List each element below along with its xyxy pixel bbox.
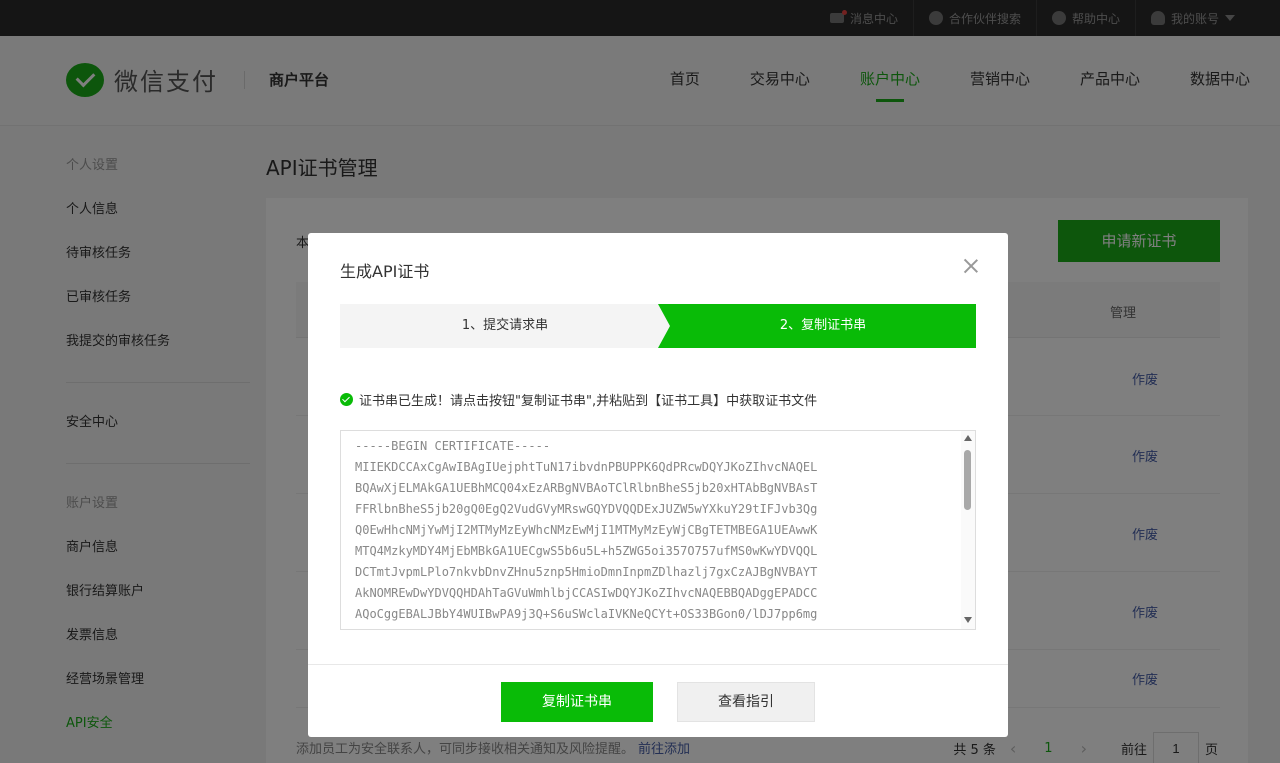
copy-certificate-button[interactable]: 复制证书串 [501,682,653,722]
step-copy-certificate: 2、复制证书串 [658,304,976,348]
certificate-line: FFRlbnBheS5jb20gQ0EgQ2VudGVyMRswGQYDVQQD… [355,502,818,516]
step-indicator: 1、提交请求串 2、复制证书串 [340,304,976,348]
dialog-footer: 复制证书串 查看指引 [308,664,1008,737]
certificate-line: MIIEKDCCAxCgAwIBAgIUejphtTuN17ibvdnPBUPP… [355,460,818,474]
certificate-line: BQAwXjELMAkGA1UEBhMCQ04xEzARBgNVBAoTClRl… [355,481,818,495]
certificate-line: AQoCggEBALJBbY4WUIBwPA9j3Q+S6uSWclaIVKNe… [355,607,818,621]
success-notice-text: 证书串已生成！请点击按钮"复制证书串",并粘贴到【证书工具】中获取证书文件 [359,394,818,409]
success-notice: 证书串已生成！请点击按钮"复制证书串",并粘贴到【证书工具】中获取证书文件 [340,390,817,409]
dialog-title: 生成API证书 [340,262,430,281]
certificate-line: MTQ4MzkyMDY4MjEbMBkGA1UECgwS5b6u5L+h5ZWG… [355,544,818,558]
step-submit-request: 1、提交请求串 [340,304,670,348]
certificate-line: Q0EwHhcNMjYwMjI2MTMyMzEyWhcNMzEwMjI1MTMy… [355,523,818,537]
certificate-textarea[interactable]: -----BEGIN CERTIFICATE----- MIIEKDCCAxCg… [340,430,976,630]
close-icon[interactable] [962,257,980,275]
scrollbar-thumb[interactable] [964,450,971,510]
certificate-line: -----BEGIN CERTIFICATE----- [355,439,551,453]
scrollbar[interactable] [961,431,975,629]
certificate-line: DCTmtJvpmLPlo7nkvbDnvZHnu5znp5HmioDmnInp… [355,565,818,579]
certificate-line: AkNOMREwDwYDVQQHDAhTaGVuWmhlbjCCASIwDQYJ… [355,586,818,600]
check-circle-icon [340,393,353,406]
generate-certificate-dialog: 生成API证书 1、提交请求串 2、复制证书串 证书串已生成！请点击按钮"复制证… [308,233,1008,737]
scroll-up-arrow-icon[interactable] [964,435,972,441]
certificate-content: -----BEGIN CERTIFICATE----- MIIEKDCCAxCg… [355,436,817,625]
scroll-down-arrow-icon[interactable] [964,617,972,623]
view-guide-button[interactable]: 查看指引 [677,682,815,722]
